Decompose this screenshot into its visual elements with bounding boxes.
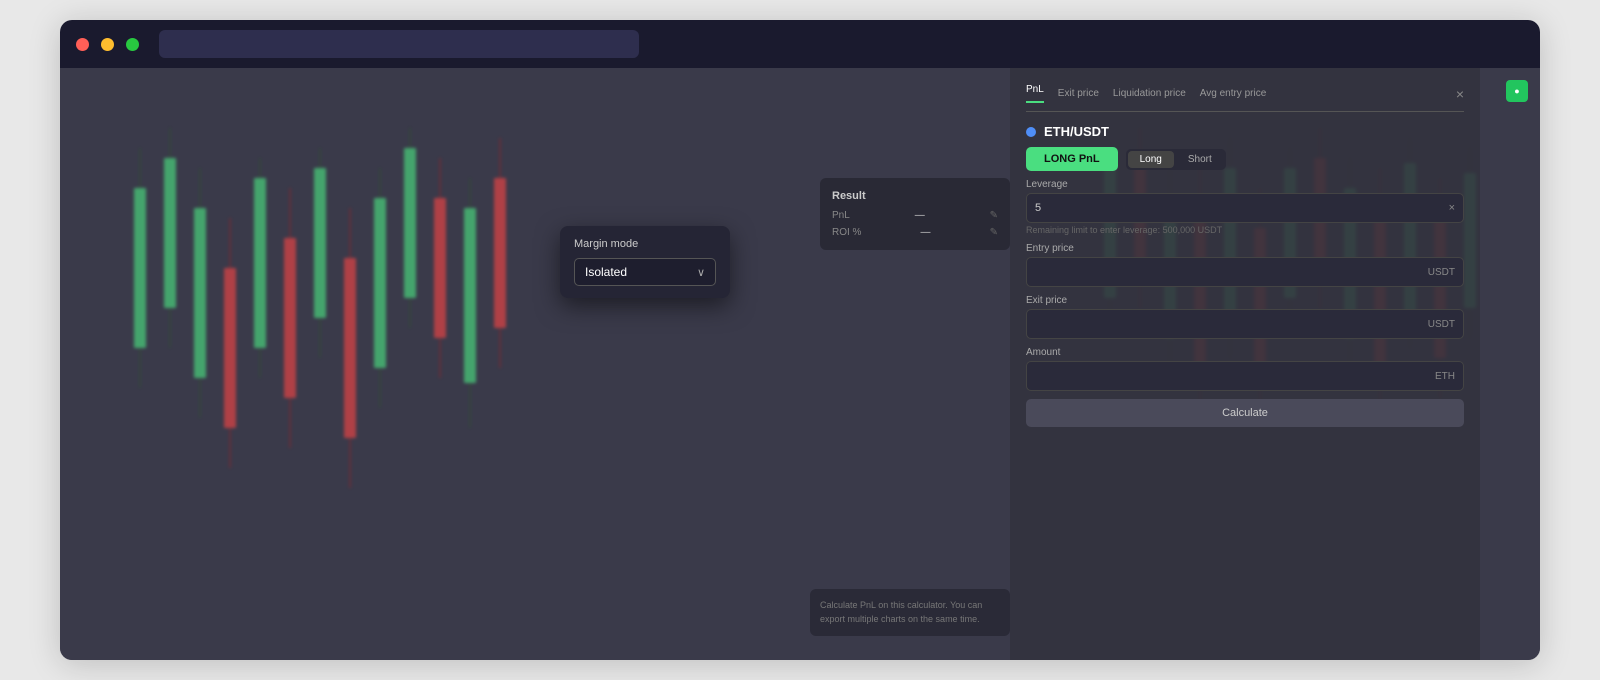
leverage-label: Leverage	[1026, 179, 1464, 190]
result-roi-val: —	[921, 227, 931, 238]
status-badge: ●	[1506, 80, 1528, 102]
amount-value: ETH	[1435, 371, 1455, 382]
exit-price-label: Exit price	[1026, 295, 1464, 306]
close-traffic-light[interactable]	[76, 38, 89, 51]
entry-price-value: USDT	[1428, 267, 1455, 278]
result-roi-key: ROI %	[832, 227, 861, 238]
exit-price-input-wrapper[interactable]: USDT	[1026, 309, 1464, 339]
entry-price-field-group: Entry price USDT	[1026, 243, 1464, 287]
margin-mode-label: Margin mode	[574, 238, 716, 250]
margin-mode-selected-value: Isolated	[585, 265, 627, 279]
panel-tabs: PnL Exit price Liquidation price Avg ent…	[1026, 84, 1464, 112]
result-pnl-key: PnL	[832, 210, 850, 221]
action-row: LONG PnL Long Short	[1026, 147, 1464, 171]
browser-titlebar	[60, 20, 1540, 68]
browser-window: PnL Exit price Liquidation price Avg ent…	[60, 20, 1540, 660]
margin-mode-chevron-icon: ∨	[697, 266, 705, 279]
result-pnl-row: PnL — ✎	[832, 210, 998, 221]
leverage-input-wrapper: 5 ×	[1026, 193, 1464, 223]
pair-indicator-dot	[1026, 127, 1036, 137]
tab-pnl[interactable]: PnL	[1026, 84, 1044, 103]
margin-mode-select[interactable]: Isolated ∨	[574, 258, 716, 286]
trading-panel: PnL Exit price Liquidation price Avg ent…	[1010, 68, 1480, 660]
margin-mode-dropdown-popup: Margin mode Isolated ∨	[560, 226, 730, 298]
calculate-button[interactable]: Calculate	[1026, 399, 1464, 427]
result-pnl-edit[interactable]: ✎	[990, 210, 998, 221]
browser-content: PnL Exit price Liquidation price Avg ent…	[60, 68, 1540, 660]
short-toggle-button[interactable]: Short	[1176, 151, 1224, 168]
exit-price-field-group: Exit price USDT	[1026, 295, 1464, 339]
calc-result-text: Calculate PnL on this calculator. You ca…	[820, 599, 1000, 626]
maximize-traffic-light[interactable]	[126, 38, 139, 51]
pair-row: ETH/USDT	[1026, 124, 1464, 139]
result-section: Result PnL — ✎ ROI % — ✎	[820, 178, 1010, 250]
leverage-value: 5	[1035, 202, 1041, 214]
amount-label: Amount	[1026, 347, 1464, 358]
leverage-hint: Remaining limit to enter leverage: 500,0…	[1026, 225, 1464, 235]
result-roi-row: ROI % — ✎	[832, 227, 998, 238]
exit-price-value: USDT	[1428, 319, 1455, 330]
minimize-traffic-light[interactable]	[101, 38, 114, 51]
leverage-field-group: Leverage 5 × Remaining limit to enter le…	[1026, 179, 1464, 235]
tab-liquidation-price[interactable]: Liquidation price	[1113, 88, 1186, 99]
amount-field-group: Amount ETH	[1026, 347, 1464, 391]
amount-input-wrapper[interactable]: ETH	[1026, 361, 1464, 391]
tab-exit-price[interactable]: Exit price	[1058, 88, 1099, 99]
entry-price-input-wrapper[interactable]: USDT	[1026, 257, 1464, 287]
long-short-toggle: Long Short	[1126, 149, 1226, 170]
url-bar[interactable]	[159, 30, 639, 58]
leverage-icon: ×	[1449, 202, 1455, 214]
long-toggle-button[interactable]: Long	[1128, 151, 1174, 168]
tab-avg-entry[interactable]: Avg entry price	[1200, 88, 1267, 99]
calc-result-box: Calculate PnL on this calculator. You ca…	[810, 589, 1010, 636]
status-badge-text: ●	[1514, 86, 1519, 96]
pair-name: ETH/USDT	[1044, 124, 1109, 139]
long-pnl-button[interactable]: LONG PnL	[1026, 147, 1118, 171]
close-panel-button[interactable]: ×	[1456, 86, 1464, 102]
result-pnl-val: —	[915, 210, 925, 221]
result-roi-edit[interactable]: ✎	[990, 227, 998, 238]
result-title: Result	[832, 190, 998, 202]
entry-price-label: Entry price	[1026, 243, 1464, 254]
